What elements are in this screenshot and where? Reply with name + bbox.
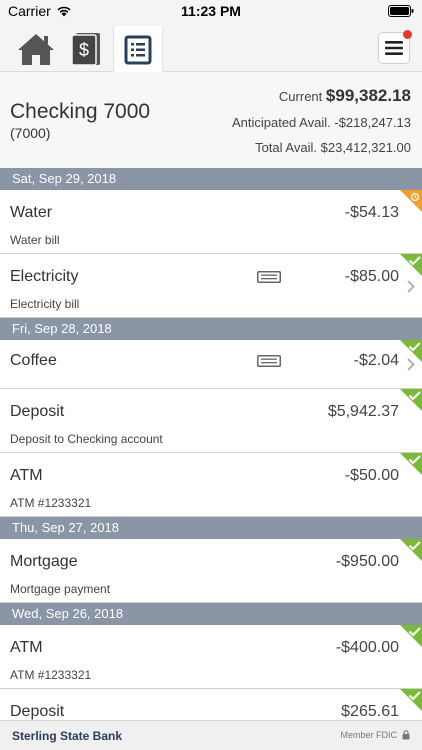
- total-balance-value: $23,412,321.00: [320, 140, 411, 155]
- cleared-check-icon: [400, 389, 422, 411]
- transaction-description: Deposit to Checking account: [10, 432, 163, 446]
- fdic-notice: Member FDIC: [340, 730, 410, 740]
- tab-statement[interactable]: [113, 26, 163, 73]
- transaction-amount: -$2.04: [353, 352, 399, 369]
- transaction-amount: -$54.13: [344, 204, 399, 221]
- transaction-description: ATM #1233321: [10, 668, 92, 682]
- anticipated-balance-label: Anticipated Avail.: [231, 115, 331, 130]
- svg-text:$: $: [79, 40, 89, 60]
- account-name: Checking 7000: [10, 100, 151, 123]
- tab-home[interactable]: [13, 26, 59, 72]
- transaction-name: Electricity: [10, 268, 79, 285]
- transaction-amount: -$950.00: [335, 553, 399, 570]
- cleared-check-icon: [400, 625, 422, 647]
- cleared-check-icon: [400, 453, 422, 475]
- battery-icon: [388, 4, 414, 20]
- transaction-row[interactable]: Deposit $265.61: [0, 689, 422, 720]
- notification-dot: [403, 30, 412, 39]
- transaction-row[interactable]: ATM ATM #1233321 -$400.00: [0, 625, 422, 689]
- cleared-check-icon: [400, 340, 422, 362]
- status-bar: Carrier 11:23 PM: [0, 0, 422, 22]
- pending-clock-icon: [400, 190, 422, 212]
- transaction-amount: $265.61: [341, 703, 399, 720]
- total-balance: Total Avail. $23,412,321.00: [255, 140, 411, 155]
- current-balance-label: Current: [278, 89, 323, 104]
- transaction-row[interactable]: Deposit Deposit to Checking account $5,9…: [0, 389, 422, 453]
- transaction-name: ATM: [10, 467, 43, 484]
- transaction-name: ATM: [10, 639, 43, 656]
- transaction-amount: $5,942.37: [327, 403, 399, 420]
- anticipated-balance-value: -$218,247.13: [334, 115, 411, 130]
- anticipated-balance: Anticipated Avail. -$218,247.13: [232, 115, 411, 130]
- transaction-row[interactable]: ATM ATM #1233321 -$50.00: [0, 453, 422, 517]
- account-number: (7000): [10, 125, 51, 141]
- lock-icon: [402, 730, 410, 740]
- note-icon[interactable]: [257, 270, 281, 288]
- transaction-row[interactable]: Mortgage Mortgage payment -$950.00: [0, 539, 422, 603]
- bank-name: Sterling State Bank: [12, 729, 123, 743]
- hamburger-icon: [385, 41, 403, 55]
- transaction-name: Coffee: [10, 352, 57, 369]
- current-balance-value: $99,382.18: [325, 86, 411, 105]
- date-header: Thu, Sep 27, 2018: [0, 517, 422, 539]
- footer: Sterling State Bank Member FDIC: [0, 720, 422, 750]
- transaction-name: Deposit: [10, 703, 65, 720]
- account-summary: Checking 7000 (7000) Current $99,382.18 …: [0, 72, 422, 168]
- cleared-check-icon: [400, 254, 422, 276]
- transaction-name: Mortgage: [10, 553, 78, 570]
- transaction-row[interactable]: Coffee -$2.04: [0, 340, 422, 389]
- transaction-description: Mortgage payment: [10, 582, 111, 596]
- nav-bar: $: [0, 22, 422, 73]
- dollar-card-icon: $: [71, 33, 100, 66]
- transaction-row[interactable]: Electricity Electricity bill -$85.00: [0, 254, 422, 318]
- fdic-label: Member FDIC: [340, 730, 397, 740]
- transaction-description: ATM #1233321: [10, 496, 92, 510]
- clock: 11:23 PM: [181, 3, 241, 19]
- home-icon: [18, 34, 54, 65]
- cleared-check-icon: [400, 689, 422, 711]
- statement-icon: [124, 35, 152, 64]
- current-balance: Current $99,382.18: [279, 86, 411, 106]
- transaction-name: Deposit: [10, 403, 65, 420]
- total-balance-label: Total Avail.: [255, 140, 317, 155]
- menu-button[interactable]: [378, 30, 412, 64]
- transaction-amount: -$50.00: [344, 467, 399, 484]
- chevron-right-icon[interactable]: [407, 280, 415, 298]
- date-header: Wed, Sep 26, 2018: [0, 603, 422, 625]
- cleared-check-icon: [400, 539, 422, 561]
- transaction-description: Water bill: [10, 233, 60, 247]
- transaction-row[interactable]: Water Water bill -$54.13: [0, 190, 422, 254]
- transaction-amount: -$85.00: [344, 268, 399, 285]
- date-header: Sat, Sep 29, 2018: [0, 168, 422, 190]
- transaction-amount: -$400.00: [335, 639, 399, 656]
- date-header: Fri, Sep 28, 2018: [0, 318, 422, 340]
- transaction-description: Electricity bill: [10, 297, 80, 311]
- note-icon[interactable]: [257, 354, 281, 372]
- transaction-name: Water: [10, 204, 53, 221]
- tab-accounts[interactable]: $: [63, 26, 109, 72]
